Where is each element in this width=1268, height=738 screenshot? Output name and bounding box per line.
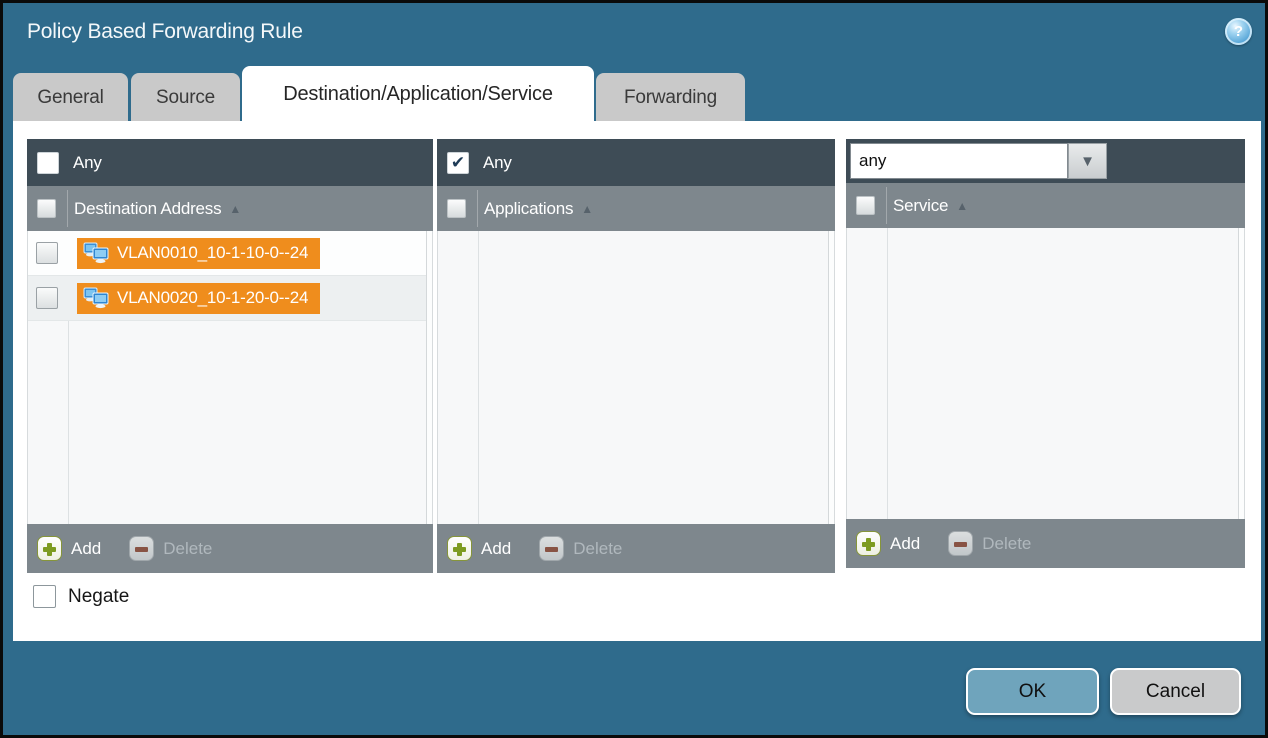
chevron-down-icon: ▼ [1080, 153, 1095, 170]
address-object-tag[interactable]: VLAN0010_10-1-10-0--24 [77, 238, 320, 269]
policy-forwarding-dialog: Policy Based Forwarding Rule ? General S… [0, 0, 1268, 738]
network-address-icon [83, 242, 109, 264]
row-checkbox[interactable] [36, 287, 58, 309]
applications-header-label: Applications [484, 199, 573, 219]
service-list [846, 228, 1245, 519]
destination-footer: Add Delete [27, 524, 433, 573]
tab-forwarding[interactable]: Forwarding [596, 73, 745, 122]
scrollbar-track[interactable] [1238, 228, 1244, 519]
applications-any-row: Any [437, 139, 835, 186]
destination-select-all-checkbox[interactable] [37, 199, 56, 218]
column-divider [477, 190, 478, 227]
delete-icon [539, 536, 564, 561]
destination-header-label: Destination Address [74, 199, 221, 219]
applications-add-button[interactable]: Add [481, 539, 511, 559]
add-icon[interactable] [856, 531, 881, 556]
applications-select-all-checkbox[interactable] [447, 199, 466, 218]
row-checkbox[interactable] [36, 242, 58, 264]
address-object-tag[interactable]: VLAN0020_10-1-20-0--24 [77, 283, 320, 314]
tab-destination-application-service[interactable]: Destination/Application/Service [242, 66, 594, 122]
sort-ascending-icon[interactable]: ▲ [956, 199, 968, 213]
cancel-button[interactable]: Cancel [1110, 668, 1241, 715]
column-divider [67, 190, 68, 227]
applications-list [437, 231, 835, 524]
tab-source[interactable]: Source [131, 73, 240, 122]
service-column-header[interactable]: Service ▲ [846, 183, 1245, 228]
destination-any-label: Any [73, 153, 102, 173]
service-dropdown-input[interactable] [850, 143, 1068, 179]
service-header-label: Service [893, 196, 948, 216]
applications-delete-button: Delete [573, 539, 622, 559]
applications-column: Any Applications ▲ Add Delete [437, 139, 835, 573]
service-column: ▼ Service ▲ Add Delete [846, 139, 1245, 568]
tab-content-panel: Any Destination Address ▲ [13, 121, 1261, 641]
service-select-all-checkbox[interactable] [856, 196, 875, 215]
tab-destination-label: Destination/Application/Service [283, 83, 553, 106]
sort-ascending-icon[interactable]: ▲ [581, 202, 593, 216]
cancel-button-label: Cancel [1146, 681, 1205, 703]
dialog-title: Policy Based Forwarding Rule [27, 20, 303, 44]
table-row[interactable]: VLAN0010_10-1-10-0--24 [28, 231, 432, 276]
column-divider [887, 228, 888, 519]
service-add-button[interactable]: Add [890, 534, 920, 554]
applications-any-label: Any [483, 153, 512, 173]
applications-column-header[interactable]: Applications ▲ [437, 186, 835, 231]
help-icon[interactable]: ? [1225, 18, 1252, 45]
destination-delete-button: Delete [163, 539, 212, 559]
destination-add-button[interactable]: Add [71, 539, 101, 559]
negate-checkbox[interactable] [33, 585, 56, 608]
address-object-label: VLAN0010_10-1-10-0--24 [117, 243, 308, 263]
network-address-icon [83, 287, 109, 309]
table-row[interactable]: VLAN0020_10-1-20-0--24 [28, 276, 432, 321]
ok-button-label: OK [1019, 681, 1046, 703]
destination-column-header[interactable]: Destination Address ▲ [27, 186, 433, 231]
destination-any-checkbox[interactable] [37, 152, 59, 174]
ok-button[interactable]: OK [966, 668, 1099, 715]
applications-footer: Add Delete [437, 524, 835, 573]
sort-ascending-icon[interactable]: ▲ [229, 202, 241, 216]
tab-general[interactable]: General [13, 73, 128, 122]
negate-row: Negate [33, 585, 129, 608]
delete-icon [948, 531, 973, 556]
tab-general-label: General [37, 87, 103, 109]
add-icon[interactable] [447, 536, 472, 561]
scrollbar-track[interactable] [426, 231, 432, 524]
scrollbar-track[interactable] [828, 231, 834, 524]
column-divider [886, 187, 887, 224]
destination-any-row: Any [27, 139, 433, 186]
service-footer: Add Delete [846, 519, 1245, 568]
delete-icon [129, 536, 154, 561]
destination-list: VLAN0010_10-1-10-0--24 [27, 231, 433, 524]
column-divider [478, 231, 479, 524]
tab-source-label: Source [156, 87, 215, 109]
service-dropdown-row: ▼ [846, 139, 1245, 183]
service-delete-button: Delete [982, 534, 1031, 554]
destination-address-column: Any Destination Address ▲ [27, 139, 433, 573]
tab-forwarding-label: Forwarding [624, 87, 717, 109]
add-icon[interactable] [37, 536, 62, 561]
negate-label: Negate [68, 586, 129, 608]
address-object-label: VLAN0020_10-1-20-0--24 [117, 288, 308, 308]
service-dropdown-button[interactable]: ▼ [1068, 143, 1107, 179]
applications-any-checkbox[interactable] [447, 152, 469, 174]
